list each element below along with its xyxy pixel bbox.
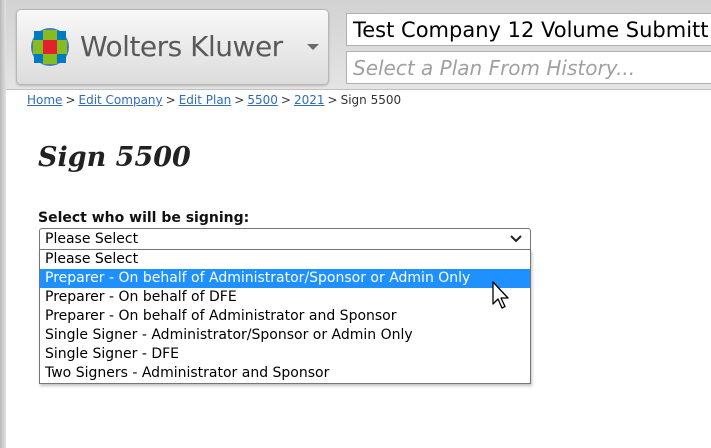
breadcrumb-separator: > xyxy=(327,93,338,107)
brand-name: Wolters Kluwer xyxy=(80,30,283,63)
breadcrumb-separator: > xyxy=(165,93,176,107)
breadcrumb-current: Sign 5500 xyxy=(340,93,402,107)
signer-option-single-admin-sponsor-or-admin-only[interactable]: Single Signer - Administrator/Sponsor or… xyxy=(40,326,530,345)
brand-menu-button[interactable]: Wolters Kluwer xyxy=(16,9,329,85)
plan-history-search-input[interactable]: Select a Plan From History... xyxy=(346,51,711,84)
breadcrumb: Home > Edit Company > Edit Plan >5500 >2021 > Si… xyxy=(27,93,401,107)
brand-caret-icon xyxy=(307,44,319,50)
company-field[interactable]: Test Company 12 Volume Submitt xyxy=(346,13,711,46)
breadcrumb-separator: > xyxy=(280,93,291,107)
breadcrumb-home-link[interactable]: Home xyxy=(27,93,62,107)
chevron-down-icon xyxy=(510,235,522,243)
breadcrumb-5500-link[interactable]: 5500 xyxy=(247,93,278,107)
signer-option-preparer-admin-and-sponsor[interactable]: Preparer - On behalf of Administrator an… xyxy=(40,307,530,326)
signer-dropdown-list: Please Select Preparer - On behalf of Ad… xyxy=(39,249,531,384)
app-header: Wolters Kluwer Test Company 12 Volume Su… xyxy=(6,0,711,90)
signer-select[interactable]: Please Select xyxy=(39,228,531,250)
signer-option-preparer-dfe[interactable]: Preparer - On behalf of DFE xyxy=(40,288,530,307)
breadcrumb-separator: > xyxy=(65,93,76,107)
signer-option-two-signers[interactable]: Two Signers - Administrator and Sponsor xyxy=(40,364,530,383)
signer-option-preparer-admin-sponsor-or-admin-only[interactable]: Preparer - On behalf of Administrator/Sp… xyxy=(40,269,530,288)
signer-option-please-select[interactable]: Please Select xyxy=(40,250,530,269)
breadcrumb-separator: > xyxy=(234,93,245,107)
signer-select-value: Please Select xyxy=(45,231,139,247)
breadcrumb-edit-company-link[interactable]: Edit Company xyxy=(79,93,163,107)
signer-select-label: Select who will be signing: xyxy=(38,210,250,226)
mouse-pointer-icon xyxy=(492,281,509,309)
breadcrumb-edit-plan-link[interactable]: Edit Plan xyxy=(179,93,232,107)
wolters-kluwer-logo-icon xyxy=(31,28,69,66)
page-title: Sign 5500 xyxy=(38,142,191,173)
breadcrumb-2021-link[interactable]: 2021 xyxy=(294,93,325,107)
signer-option-single-dfe[interactable]: Single Signer - DFE xyxy=(40,345,530,364)
